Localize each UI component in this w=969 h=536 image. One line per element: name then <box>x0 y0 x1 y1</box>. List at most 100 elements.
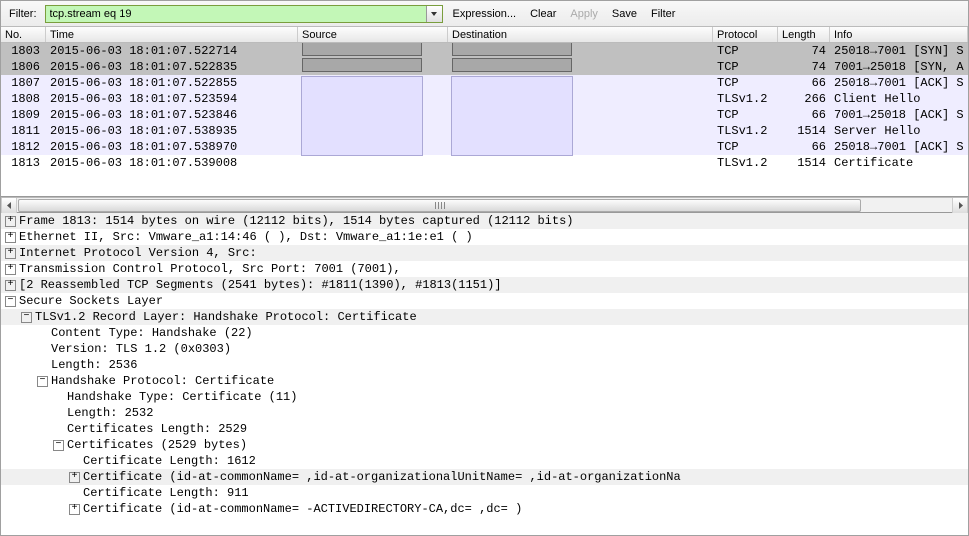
expand-icon[interactable]: + <box>5 248 16 259</box>
tree-node[interactable]: − Handshake Protocol: Certificate <box>1 373 968 389</box>
save-button[interactable]: Save <box>608 6 641 22</box>
tree-node-text: Length: 2532 <box>67 406 153 420</box>
tree-node-text: Version: TLS 1.2 (0x0303) <box>51 342 231 356</box>
tree-node[interactable]: + Ethernet II, Src: Vmware_a1:14:46 ( ),… <box>1 229 968 245</box>
tree-spacer <box>37 328 48 339</box>
packet-list[interactable]: No. Time Source Destination Protocol Len… <box>1 27 968 197</box>
redacted-destination-block <box>451 76 573 156</box>
col-length[interactable]: Length <box>778 27 830 42</box>
packet-details-tree[interactable]: + Frame 1813: 1514 bytes on wire (12112 … <box>1 213 968 535</box>
tree-node-text: Certificates (2529 bytes) <box>67 438 247 452</box>
tree-node-text: Transmission Control Protocol, Src Port:… <box>19 262 401 276</box>
tree-node[interactable]: + Internet Protocol Version 4, Src: <box>1 245 968 261</box>
tree-node[interactable]: + [2 Reassembled TCP Segments (2541 byte… <box>1 277 968 293</box>
cell-time: 2015-06-03 18:01:07.523594 <box>46 92 298 106</box>
expand-icon[interactable]: + <box>5 232 16 243</box>
filter-dropdown-btn[interactable] <box>426 6 442 22</box>
tree-node-text: Certificate Length: 911 <box>83 486 249 500</box>
packet-list-header[interactable]: No. Time Source Destination Protocol Len… <box>1 27 968 43</box>
tree-node-text: Certificates Length: 2529 <box>67 422 247 436</box>
cell-info: Server Hello <box>830 124 968 138</box>
cell-protocol: TCP <box>713 44 778 58</box>
cell-time: 2015-06-03 18:01:07.522714 <box>46 44 298 58</box>
cell-destination <box>448 58 713 76</box>
cell-info: Client Hello <box>830 92 968 106</box>
filter-toolbar: Filter: Expression... Clear Apply Save F… <box>1 1 968 27</box>
expand-icon[interactable]: + <box>69 472 80 483</box>
tree-node[interactable]: − Secure Sockets Layer <box>1 293 968 309</box>
cell-time: 2015-06-03 18:01:07.522855 <box>46 76 298 90</box>
expand-icon[interactable]: + <box>69 504 80 515</box>
chevron-right-icon <box>957 202 964 209</box>
tree-node[interactable]: Length: 2536 <box>1 357 968 373</box>
tree-node[interactable]: + Transmission Control Protocol, Src Por… <box>1 261 968 277</box>
tree-node[interactable]: Certificates Length: 2529 <box>1 421 968 437</box>
cell-time: 2015-06-03 18:01:07.538935 <box>46 124 298 138</box>
tree-node-text: Ethernet II, Src: Vmware_a1:14:46 ( ), D… <box>19 230 473 244</box>
cell-no: 1813 <box>1 156 46 170</box>
cell-length: 74 <box>778 44 830 58</box>
cell-protocol: TLSv1.2 <box>713 92 778 106</box>
cell-time: 2015-06-03 18:01:07.538970 <box>46 140 298 154</box>
tree-node[interactable]: − TLSv1.2 Record Layer: Handshake Protoc… <box>1 309 968 325</box>
cell-info: Certificate <box>830 156 968 170</box>
tree-node-text: Secure Sockets Layer <box>19 294 163 308</box>
tree-node[interactable]: + Frame 1813: 1514 bytes on wire (12112 … <box>1 213 968 229</box>
col-no[interactable]: No. <box>1 27 46 42</box>
tree-node-text: Content Type: Handshake (22) <box>51 326 253 340</box>
expand-icon[interactable]: + <box>5 216 16 227</box>
tree-node[interactable]: + Certificate (id-at-commonName= ,id-at-… <box>1 469 968 485</box>
tree-node-text: Certificate (id-at-commonName= ,id-at-or… <box>83 470 681 484</box>
cell-length: 66 <box>778 76 830 90</box>
cell-length: 1514 <box>778 124 830 138</box>
tree-node[interactable]: Content Type: Handshake (22) <box>1 325 968 341</box>
filter-combo[interactable] <box>45 5 443 23</box>
tree-node[interactable]: Certificate Length: 1612 <box>1 453 968 469</box>
clear-button[interactable]: Clear <box>526 6 560 22</box>
apply-button[interactable]: Apply <box>566 6 602 22</box>
expression-button[interactable]: Expression... <box>449 6 521 22</box>
col-info[interactable]: Info <box>830 27 968 42</box>
collapse-icon[interactable]: − <box>21 312 32 323</box>
tree-node[interactable]: Handshake Type: Certificate (11) <box>1 389 968 405</box>
filter-button[interactable]: Filter <box>647 6 679 22</box>
tree-node-text: [2 Reassembled TCP Segments (2541 bytes)… <box>19 278 501 292</box>
packet-row[interactable]: 18132015-06-03 18:01:07.539008TLSv1.2151… <box>1 155 968 171</box>
tree-spacer <box>53 424 64 435</box>
cell-info: 25018→7001 [ACK] S <box>830 76 968 90</box>
col-destination[interactable]: Destination <box>448 27 713 42</box>
tree-node[interactable]: Version: TLS 1.2 (0x0303) <box>1 341 968 357</box>
cell-info: 7001→25018 [ACK] S <box>830 108 968 122</box>
scroll-right-btn[interactable] <box>952 198 968 213</box>
tree-node[interactable]: Certificate Length: 911 <box>1 485 968 501</box>
cell-time: 2015-06-03 18:01:07.523846 <box>46 108 298 122</box>
tree-spacer <box>53 408 64 419</box>
cell-protocol: TCP <box>713 140 778 154</box>
tree-node[interactable]: − Certificates (2529 bytes) <box>1 437 968 453</box>
cell-no: 1808 <box>1 92 46 106</box>
scroll-left-btn[interactable] <box>1 198 17 213</box>
collapse-icon[interactable]: − <box>53 440 64 451</box>
tree-node-text: Frame 1813: 1514 bytes on wire (12112 bi… <box>19 214 574 228</box>
tree-node[interactable]: Length: 2532 <box>1 405 968 421</box>
cell-protocol: TCP <box>713 76 778 90</box>
scroll-thumb[interactable] <box>18 199 861 212</box>
packet-row[interactable]: 18032015-06-03 18:01:07.522714TCP7425018… <box>1 43 968 59</box>
collapse-icon[interactable]: − <box>5 296 16 307</box>
packet-row[interactable]: 18062015-06-03 18:01:07.522835TCP747001→… <box>1 59 968 75</box>
col-protocol[interactable]: Protocol <box>713 27 778 42</box>
tree-spacer <box>69 488 80 499</box>
cell-length: 66 <box>778 140 830 154</box>
tree-spacer <box>69 456 80 467</box>
cell-no: 1811 <box>1 124 46 138</box>
tree-node-text: Certificate (id-at-commonName= -ACTIVEDI… <box>83 502 522 516</box>
tree-node[interactable]: + Certificate (id-at-commonName= -ACTIVE… <box>1 501 968 517</box>
expand-icon[interactable]: + <box>5 280 16 291</box>
collapse-icon[interactable]: − <box>37 376 48 387</box>
packet-hscroll[interactable] <box>1 197 968 213</box>
col-source[interactable]: Source <box>298 27 448 42</box>
col-time[interactable]: Time <box>46 27 298 42</box>
cell-info: 7001→25018 [SYN, A <box>830 60 968 74</box>
filter-input[interactable] <box>46 7 426 21</box>
expand-icon[interactable]: + <box>5 264 16 275</box>
